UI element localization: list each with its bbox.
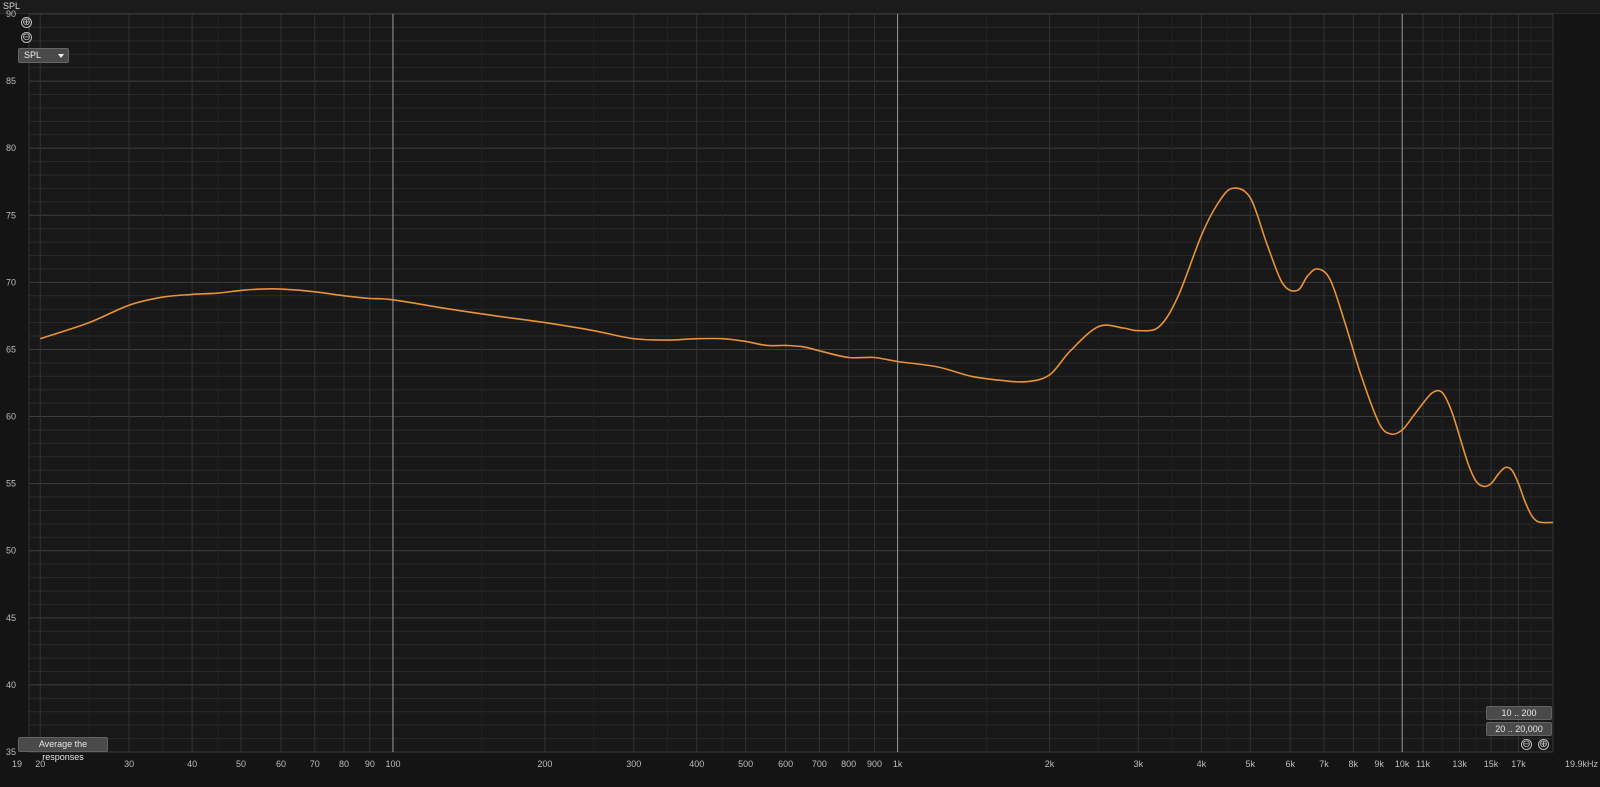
x-tick-label: 5k <box>1246 759 1256 769</box>
x-tick-label: 13k <box>1452 759 1467 769</box>
plot-type-select[interactable]: SPL <box>18 48 69 63</box>
x-tick-label: 9k <box>1374 759 1384 769</box>
x-zoom-in-icon[interactable]: ⊕ <box>1538 739 1549 750</box>
x-tick-label: 900 <box>867 759 882 769</box>
y-tick-label: 40 <box>6 680 16 690</box>
x-tick-label: 200 <box>537 759 552 769</box>
x-tick-label: 500 <box>738 759 753 769</box>
y-tick-label: 60 <box>6 412 16 422</box>
x-tick-label: 90 <box>365 759 375 769</box>
chevron-down-icon <box>58 54 64 58</box>
x-tick-label: 15k <box>1484 759 1499 769</box>
x-tick-label: 80 <box>339 759 349 769</box>
x-tick-label: 6k <box>1285 759 1295 769</box>
x-tick-label: 70 <box>310 759 320 769</box>
x-tick-label: 100 <box>385 759 400 769</box>
x-tick-label: 4k <box>1197 759 1207 769</box>
average-responses-button[interactable]: Average the responses <box>18 737 108 762</box>
x-tick-label: 7k <box>1319 759 1329 769</box>
y-zoom-out-icon[interactable]: ⊖ <box>21 32 32 43</box>
y-tick-label: 90 <box>6 9 16 19</box>
y-tick-label: 80 <box>6 143 16 153</box>
x-tick-label: 11k <box>1416 759 1430 769</box>
y-tick-label: 85 <box>6 76 16 86</box>
x-tick-label: 50 <box>236 759 246 769</box>
x-zoom-out-icon[interactable]: ⊖ <box>1521 739 1532 750</box>
y-tick-label: 55 <box>6 479 16 489</box>
x-tick-label: 300 <box>626 759 641 769</box>
x-tick-label: 30 <box>124 759 134 769</box>
y-tick-label: 35 <box>6 747 16 757</box>
y-tick-label: 75 <box>6 210 16 220</box>
x-tick-label: 19 <box>12 759 22 769</box>
plot-type-select-value: SPL <box>24 50 42 60</box>
x-tick-label: 8k <box>1349 759 1359 769</box>
x-tick-label: 17k <box>1511 759 1526 769</box>
x-tick-label: 19.9kHz <box>1565 759 1599 769</box>
y-tick-label: 70 <box>6 277 16 287</box>
x-tick-label: 2k <box>1045 759 1055 769</box>
x-tick-label: 10k <box>1395 759 1410 769</box>
x-axis-ticks: 19 20 30 40 50 60 70 80 90 100 200 300 400 500 600 700 8… <box>12 759 1598 769</box>
range-20-20000-button[interactable]: 20 .. 20,000 <box>1486 722 1552 736</box>
x-tick-label: 40 <box>187 759 197 769</box>
y-tick-label: 65 <box>6 344 16 354</box>
y-axis-ticks: 35 40 45 50 55 60 65 70 75 80 85 90 <box>6 9 16 757</box>
x-tick-label: 400 <box>689 759 704 769</box>
x-tick-label: 3k <box>1134 759 1144 769</box>
y-zoom-in-icon[interactable]: ⊕ <box>21 17 32 28</box>
spl-chart[interactable]: 354045505560657075808590 19 20 30 40 50 60 70 8… <box>0 0 1600 787</box>
x-tick-label: 1k <box>893 759 903 769</box>
range-10-200-button[interactable]: 10 .. 200 <box>1486 706 1552 720</box>
y-tick-label: 45 <box>6 613 16 623</box>
x-tick-label: 800 <box>841 759 856 769</box>
x-tick-label: 60 <box>276 759 286 769</box>
x-tick-label: 600 <box>778 759 793 769</box>
x-tick-label: 700 <box>812 759 827 769</box>
y-tick-label: 50 <box>6 546 16 556</box>
